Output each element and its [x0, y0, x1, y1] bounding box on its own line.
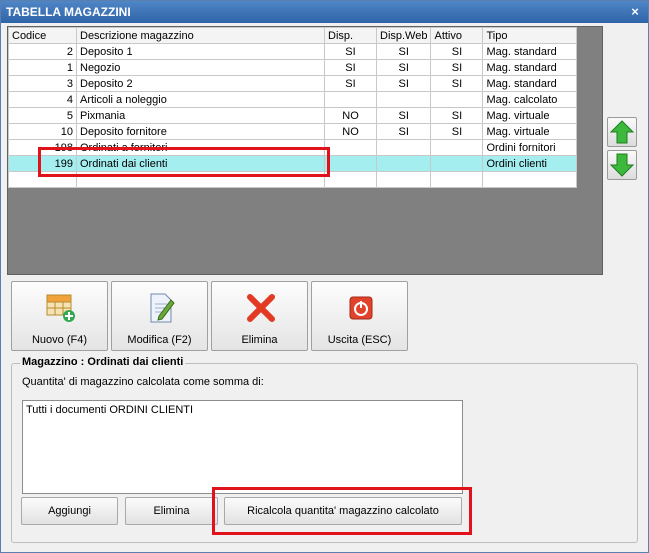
detail-title: Magazzino : Ordinati dai clienti	[20, 356, 186, 368]
remove-button[interactable]: Elimina	[125, 497, 218, 525]
cell-disp-web	[375, 139, 432, 156]
cell-disp-web	[375, 171, 432, 188]
cell-disp	[324, 155, 377, 172]
cell-active: SI	[430, 59, 484, 76]
detail-subtitle: Quantita' di magazzino calcolata come so…	[22, 376, 264, 388]
title-bar: TABELLA MAGAZZINI ×	[1, 1, 648, 23]
exit-button-label: Uscita (ESC)	[327, 334, 392, 346]
warehouse-table-window: TABELLA MAGAZZINI × Codice Descrizione m…	[0, 0, 649, 553]
cell-type: Mag. standard	[482, 75, 578, 92]
cell-code	[8, 171, 77, 188]
warehouse-table[interactable]: Codice Descrizione magazzino Disp. Disp.…	[8, 27, 578, 188]
cell-active: SI	[430, 43, 484, 60]
cell-code: 1	[8, 59, 77, 76]
edit-icon	[150, 293, 175, 323]
cell-description: Articoli a noleggio	[76, 91, 325, 108]
add-button[interactable]: Aggiungi	[21, 497, 118, 525]
new-button-label: Nuovo (F4)	[31, 334, 88, 346]
delete-button-label: Elimina	[241, 334, 278, 346]
table-row[interactable]: 2 Deposito 1 SI SI SI Mag. standard	[8, 43, 578, 60]
new-record-icon	[46, 294, 75, 322]
cell-disp: SI	[324, 75, 377, 92]
cell-active	[430, 91, 484, 108]
arrow-down-icon	[609, 153, 635, 177]
cell-description: Negozio	[76, 59, 325, 76]
table-row[interactable]: 198 Ordinati a fornitori Ordini fornitori	[8, 139, 578, 156]
cell-type: Ordini clienti	[482, 155, 578, 172]
cell-active: SI	[430, 107, 484, 124]
cell-description: Deposito 2	[76, 75, 325, 92]
cell-disp: NO	[324, 123, 377, 140]
table-row[interactable]	[8, 171, 578, 188]
recalculate-button[interactable]: Ricalcola quantita' magazzino calcolato	[224, 497, 462, 525]
move-up-button[interactable]	[607, 117, 637, 147]
table-header-row: Codice Descrizione magazzino Disp. Disp.…	[8, 27, 578, 44]
cell-type: Mag. calcolato	[482, 91, 578, 108]
cell-active	[430, 155, 484, 172]
cell-disp	[324, 139, 377, 156]
column-header-disp-web[interactable]: Disp.Web	[375, 27, 432, 44]
column-header-description[interactable]: Descrizione magazzino	[76, 27, 325, 44]
table-row[interactable]: 5 Pixmania NO SI SI Mag. virtuale	[8, 107, 578, 124]
cell-active	[430, 171, 484, 188]
cell-disp: SI	[324, 43, 377, 60]
delete-button[interactable]: Elimina	[211, 281, 308, 351]
cell-description: Deposito 1	[76, 43, 325, 60]
table-row[interactable]: 199 Ordinati dai clienti Ordini clienti	[8, 155, 578, 172]
cell-disp-web: SI	[375, 59, 432, 76]
column-header-type[interactable]: Tipo	[482, 27, 578, 44]
cell-disp	[324, 91, 377, 108]
cell-disp-web: SI	[375, 43, 432, 60]
cell-type	[482, 171, 578, 188]
cell-type: Ordini fornitori	[482, 139, 578, 156]
warehouse-detail-group: Magazzino : Ordinati dai clienti Quantit…	[11, 356, 638, 543]
cell-description: Deposito fornitore	[76, 123, 325, 140]
cell-active: SI	[430, 75, 484, 92]
column-header-disp[interactable]: Disp.	[324, 27, 377, 44]
edit-button[interactable]: Modifica (F2)	[111, 281, 208, 351]
table-row[interactable]: 3 Deposito 2 SI SI SI Mag. standard	[8, 75, 578, 92]
delete-x-icon	[247, 294, 275, 322]
cell-disp	[324, 171, 377, 188]
column-header-active[interactable]: Attivo	[430, 27, 484, 44]
move-down-button[interactable]	[607, 150, 637, 180]
cell-description: Ordinati a fornitori	[76, 139, 325, 156]
exit-button[interactable]: Uscita (ESC)	[311, 281, 408, 351]
cell-disp: SI	[324, 59, 377, 76]
cell-code: 2	[8, 43, 77, 60]
cell-type: Mag. standard	[482, 59, 578, 76]
cell-disp: NO	[324, 107, 377, 124]
power-icon	[349, 296, 373, 320]
cell-disp-web: SI	[375, 107, 432, 124]
table-row[interactable]: 1 Negozio SI SI SI Mag. standard	[8, 59, 578, 76]
table-row[interactable]: 10 Deposito fornitore NO SI SI Mag. virtuale	[8, 123, 578, 140]
cell-active: SI	[430, 123, 484, 140]
cell-disp-web: SI	[375, 123, 432, 140]
cell-code: 198	[8, 139, 77, 156]
cell-description	[76, 171, 325, 188]
close-icon[interactable]: ×	[628, 1, 642, 23]
new-button[interactable]: Nuovo (F4)	[11, 281, 108, 351]
warehouse-grid[interactable]: Codice Descrizione magazzino Disp. Disp.…	[7, 26, 603, 275]
cell-description: Ordinati dai clienti	[76, 155, 325, 172]
cell-type: Mag. virtuale	[482, 107, 578, 124]
cell-disp-web	[375, 91, 432, 108]
cell-code: 4	[8, 91, 77, 108]
cell-disp-web: SI	[375, 75, 432, 92]
edit-button-label: Modifica (F2)	[127, 334, 192, 346]
cell-code: 199	[8, 155, 77, 172]
cell-code: 10	[8, 123, 77, 140]
table-row[interactable]: 4 Articoli a noleggio Mag. calcolato	[8, 91, 578, 108]
cell-type: Mag. standard	[482, 43, 578, 60]
column-header-code[interactable]: Codice	[8, 27, 77, 44]
cell-active	[430, 139, 484, 156]
cell-code: 3	[8, 75, 77, 92]
window-title: TABELLA MAGAZZINI	[6, 5, 131, 19]
arrow-up-icon	[609, 120, 635, 144]
cell-description: Pixmania	[76, 107, 325, 124]
sum-documents-memo[interactable]: Tutti i documenti ORDINI CLIENTI	[22, 400, 463, 494]
cell-disp-web	[375, 155, 432, 172]
cell-code: 5	[8, 107, 77, 124]
cell-type: Mag. virtuale	[482, 123, 578, 140]
